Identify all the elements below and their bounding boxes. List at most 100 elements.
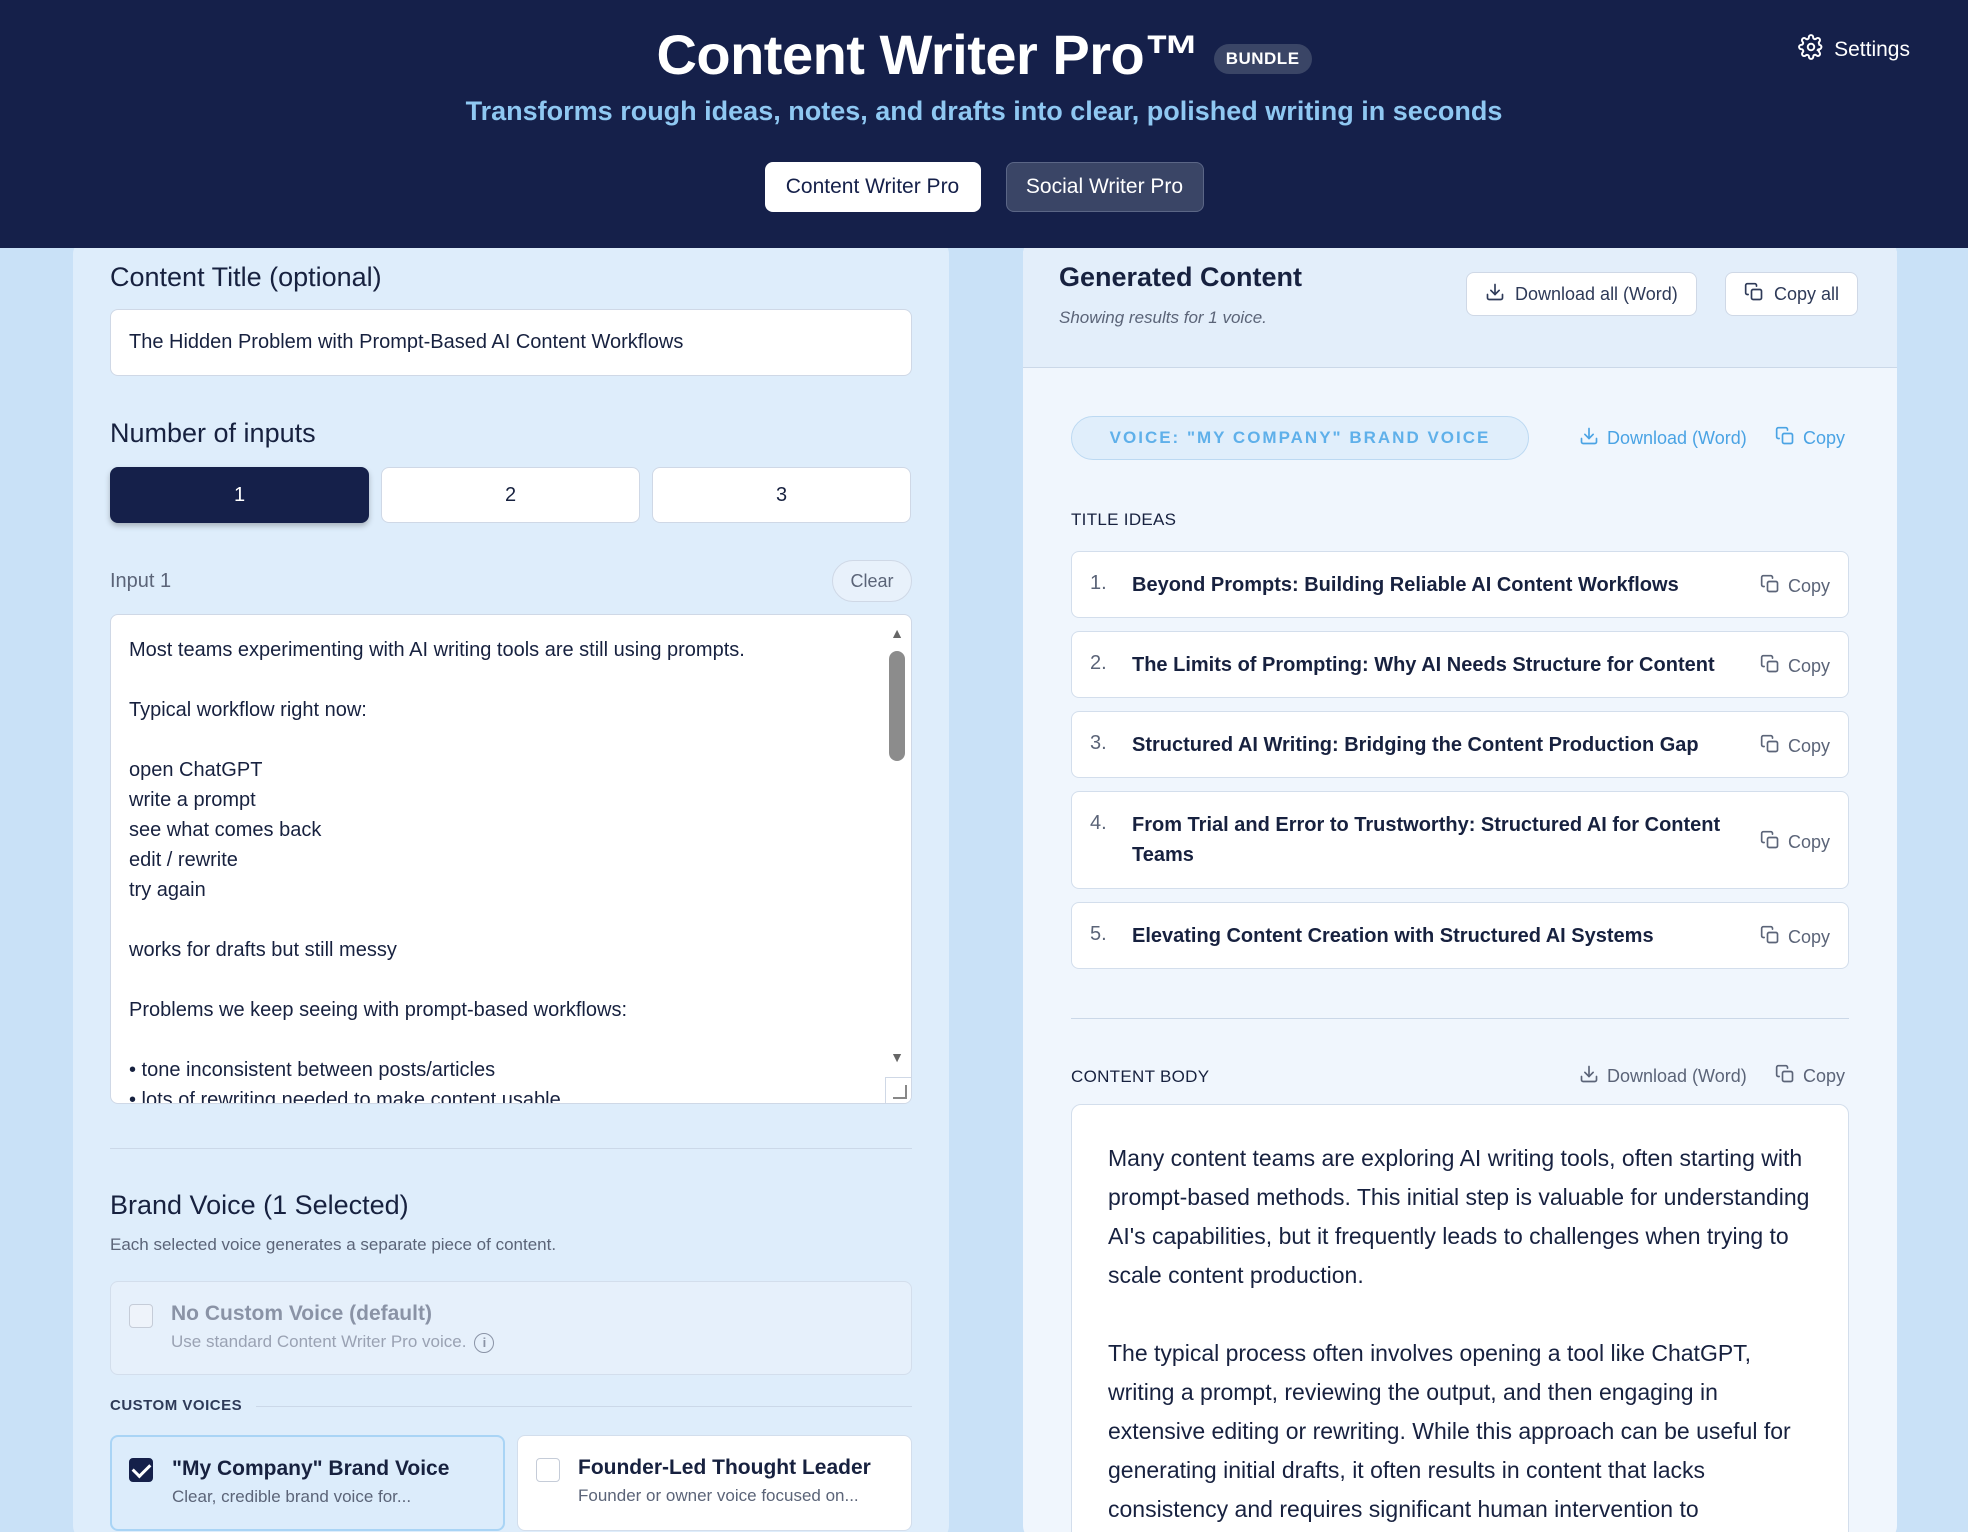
download-icon [1579, 1064, 1599, 1089]
copy-label: Copy [1787, 927, 1830, 947]
content-body-text: Many content teams are exploring AI writ… [1108, 1139, 1818, 1532]
num-inputs-option-1[interactable]: 1 [110, 467, 369, 523]
title-idea-text: Beyond Prompts: Building Reliable AI Con… [1132, 574, 1679, 596]
app-tabs: Content Writer Pro Social Writer Pro [0, 162, 1968, 212]
title-row: Content Writer Pro™ BUNDLE [0, 22, 1968, 87]
input-1-textarea[interactable]: Most teams experimenting with AI writing… [110, 614, 912, 1104]
tab-social-writer-pro[interactable]: Social Writer Pro [1005, 162, 1204, 212]
voice-founder-led-desc: Founder or owner voice focused on... [578, 1486, 859, 1505]
textarea-scrollbar-thumb[interactable] [889, 651, 905, 761]
title-idea-number: 2. [1090, 652, 1107, 674]
app-header: Content Writer Pro™ BUNDLE Transforms ro… [0, 0, 1968, 248]
section-divider [110, 1148, 912, 1149]
voice-my-company-checkbox[interactable] [129, 1458, 153, 1482]
num-inputs-selector: 1 2 3 [110, 467, 911, 523]
voice-default-name: No Custom Voice (default) [171, 1302, 432, 1325]
body-copy-label: Copy [1803, 1066, 1846, 1086]
copy-label: Copy [1787, 832, 1830, 852]
content-title-label: Content Title (optional) [110, 262, 382, 292]
voice-default-checkbox[interactable] [129, 1304, 153, 1328]
bundle-badge: BUNDLE [1213, 43, 1312, 74]
title-idea-copy-button[interactable]: Copy [1760, 925, 1830, 950]
input-1-text: Most teams experimenting with AI writing… [129, 639, 745, 1104]
title-idea-item: 5. Elevating Content Creation with Struc… [1071, 902, 1849, 969]
num-inputs-option-2[interactable]: 2 [381, 467, 640, 523]
output-panel: Generated Content Showing results for 1 … [1023, 240, 1897, 1532]
input-panel: Content Title (optional) The Hidden Prob… [73, 240, 949, 1532]
output-header: Generated Content Showing results for 1 … [1023, 240, 1897, 368]
generated-content-subtitle: Showing results for 1 voice. [1059, 308, 1267, 327]
title-idea-number: 1. [1090, 572, 1107, 594]
body-copy-button[interactable]: Copy [1775, 1064, 1845, 1089]
voice-card-default[interactable]: No Custom Voice (default) Use standard C… [110, 1281, 912, 1375]
title-idea-copy-button[interactable]: Copy [1760, 830, 1830, 855]
copy-icon [1775, 1064, 1795, 1089]
info-icon[interactable]: i [474, 1332, 495, 1353]
voice-card-founder-led[interactable]: Founder-Led Thought Leader Founder or ow… [517, 1435, 912, 1531]
title-idea-text: The Limits of Prompting: Why AI Needs St… [1132, 654, 1715, 676]
voice-card-my-company[interactable]: "My Company" Brand Voice Clear, credible… [110, 1435, 505, 1531]
title-idea-number: 4. [1090, 812, 1107, 834]
resize-handle-icon[interactable] [885, 1077, 911, 1103]
scroll-up-arrow-icon[interactable]: ▲ [890, 625, 904, 641]
download-all-label: Download all (Word) [1515, 283, 1678, 304]
copy-icon [1760, 734, 1780, 759]
voice-copy-label: Copy [1803, 428, 1846, 448]
voice-default-desc-row: Use standard Content Writer Pro voice. i [171, 1332, 495, 1353]
tab-content-writer-pro[interactable]: Content Writer Pro [764, 162, 981, 212]
custom-voices-label: CUSTOM VOICES [110, 1397, 243, 1414]
copy-icon [1760, 925, 1780, 950]
copy-icon [1744, 282, 1764, 307]
copy-all-button[interactable]: Copy all [1725, 272, 1859, 316]
voice-founder-led-checkbox[interactable] [536, 1458, 560, 1482]
copy-label: Copy [1787, 736, 1830, 756]
voice-download-word-label: Download (Word) [1607, 428, 1747, 448]
voice-founder-led-name: Founder-Led Thought Leader [578, 1456, 871, 1479]
title-idea-number: 3. [1090, 732, 1107, 754]
body-download-word-label: Download (Word) [1607, 1066, 1747, 1086]
scroll-down-arrow-icon[interactable]: ▼ [890, 1049, 904, 1065]
brand-voice-heading: Brand Voice (1 Selected) [110, 1190, 409, 1220]
content-body-paragraph: Many content teams are exploring AI writ… [1108, 1145, 1810, 1288]
download-icon [1485, 282, 1505, 307]
content-body-card: Many content teams are exploring AI writ… [1071, 1104, 1849, 1532]
generated-content-title: Generated Content [1059, 262, 1303, 292]
body-download-word-button[interactable]: Download (Word) [1579, 1064, 1747, 1089]
clear-button[interactable]: Clear [832, 560, 912, 602]
brand-voice-subtitle: Each selected voice generates a separate… [110, 1235, 557, 1254]
copy-label: Copy [1787, 576, 1830, 596]
title-idea-copy-button[interactable]: Copy [1760, 574, 1830, 599]
voice-my-company-name: "My Company" Brand Voice [172, 1457, 450, 1480]
gear-icon [1798, 34, 1824, 66]
voice-copy-button[interactable]: Copy [1775, 426, 1845, 451]
copy-icon [1760, 574, 1780, 599]
download-all-button[interactable]: Download all (Word) [1466, 272, 1697, 316]
copy-label: Copy [1787, 656, 1830, 676]
title-idea-item: 4. From Trial and Error to Trustworthy: … [1071, 791, 1849, 889]
title-idea-text: From Trial and Error to Trustworthy: Str… [1132, 814, 1721, 866]
voice-download-word-button[interactable]: Download (Word) [1579, 426, 1747, 451]
settings-label: Settings [1834, 38, 1910, 61]
title-idea-item: 3. Structured AI Writing: Bridging the C… [1071, 711, 1849, 778]
num-inputs-label: Number of inputs [110, 418, 316, 448]
title-idea-copy-button[interactable]: Copy [1760, 654, 1830, 679]
title-idea-copy-button[interactable]: Copy [1760, 734, 1830, 759]
custom-voices-divider [256, 1406, 912, 1407]
title-idea-number: 5. [1090, 923, 1107, 945]
num-inputs-option-3[interactable]: 3 [652, 467, 911, 523]
settings-button[interactable]: Settings [1798, 34, 1910, 66]
title-ideas-label: TITLE IDEAS [1071, 510, 1177, 529]
copy-icon [1760, 654, 1780, 679]
title-idea-text: Elevating Content Creation with Structur… [1132, 925, 1654, 947]
content-title-input[interactable]: The Hidden Problem with Prompt-Based AI … [110, 309, 912, 376]
copy-icon [1760, 830, 1780, 855]
copy-icon [1775, 426, 1795, 451]
content-body-paragraph: The typical process often involves openi… [1108, 1340, 1791, 1522]
voice-my-company-desc: Clear, credible brand voice for... [172, 1487, 412, 1506]
download-icon [1579, 426, 1599, 451]
voice-default-desc: Use standard Content Writer Pro voice. [171, 1332, 467, 1351]
copy-all-label: Copy all [1774, 283, 1840, 304]
content-body-label: CONTENT BODY [1071, 1067, 1210, 1086]
title-idea-item: 2. The Limits of Prompting: Why AI Needs… [1071, 631, 1849, 698]
voice-label-pill: VOICE: "MY COMPANY" BRAND VOICE [1071, 416, 1529, 460]
